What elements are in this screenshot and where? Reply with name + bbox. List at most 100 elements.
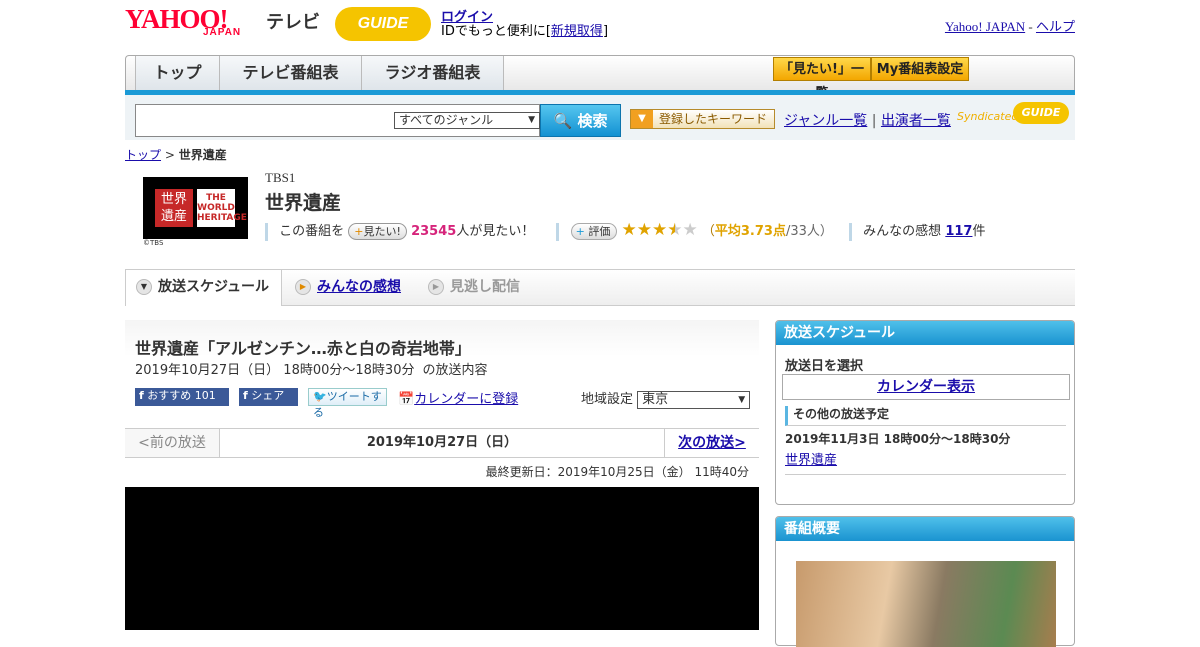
header-links: Yahoo! JAPAN - ヘルプ — [945, 16, 1075, 35]
star-icon: ★ — [651, 220, 668, 240]
next-broadcast[interactable]: 次の放送> — [664, 429, 759, 457]
overview-panel-header: 番組概要 — [776, 517, 1074, 541]
divider — [785, 474, 1066, 475]
episode-datetime-text: 2019年10月27日（日） 18時00分～18時30分 — [135, 363, 415, 378]
overview-image — [796, 561, 1056, 647]
thumbnail-copyright: ©TBS — [143, 239, 164, 247]
rating-button[interactable]: + 評価 — [570, 223, 618, 240]
mitai-suffix: 人が見たい！ — [456, 224, 535, 239]
register-link[interactable]: 新規取得 — [551, 24, 603, 39]
japan-logo: JAPAN — [203, 27, 242, 38]
other-schedule-date: 2019年11月3日 18時00分～18時30分 — [785, 432, 1011, 446]
program-tabs: ▼ 放送スケジュール ▶ みんなの感想 ▶ 見逃し配信 — [125, 269, 1075, 306]
program-thumbnail: 世界遺産 THE WORLD HERITAGE — [143, 177, 248, 239]
facebook-share-button[interactable]: f シェア — [239, 388, 298, 406]
calendar-register-link[interactable]: カレンダーに登録 — [414, 392, 518, 407]
chevron-down-icon: ▼ — [528, 115, 535, 125]
search-links: ジャンル一覧 | 出演者一覧 — [784, 110, 951, 130]
thumbnail-title-jp: 世界遺産 — [155, 189, 193, 227]
mitai-list-button[interactable]: 「見たい!」一覧 — [773, 57, 871, 101]
region-setting: 地域設定 東京 ▼ — [581, 388, 751, 409]
mitai-count: 23545 — [411, 224, 457, 239]
fb-recommend-label: おすすめ — [147, 389, 192, 402]
impressions-count-link[interactable]: 117 — [945, 224, 972, 239]
prev-broadcast[interactable]: <前の放送 — [125, 429, 220, 457]
plus-icon: + — [354, 225, 364, 238]
overview-panel: 番組概要 — [775, 516, 1075, 647]
select-date-label: 放送日を選択 — [785, 359, 864, 374]
search-icon: 🔍 — [553, 112, 573, 130]
help-link[interactable]: ヘルプ — [1036, 19, 1075, 34]
search-input[interactable]: すべてのジャンル ▼ — [135, 104, 540, 137]
play-icon: ▶ — [295, 279, 311, 295]
twitter-icon: 🐦 — [313, 390, 327, 403]
chevron-down-icon: ▼ — [136, 279, 152, 295]
tab-impressions[interactable]: ▶ みんなの感想 — [295, 270, 425, 306]
breadcrumb-current: 世界遺産 — [178, 148, 227, 162]
empty-star-icon: ★ — [682, 220, 698, 240]
next-broadcast-link[interactable]: 次の放送> — [678, 435, 746, 451]
mitai-button[interactable]: +見たい! — [348, 223, 407, 240]
region-select[interactable]: 東京 ▼ — [637, 390, 751, 409]
tab-missed[interactable]: ▶ 見逃し配信 — [428, 270, 548, 306]
episode-datetime: 2019年10月27日（日） 18時00分～18時30分 の放送内容 — [135, 359, 487, 378]
gguide-logo[interactable]: GUIDE — [335, 7, 431, 41]
star-icon: ★ — [621, 220, 637, 240]
video-player[interactable] — [125, 487, 759, 630]
star-icon: ★ — [636, 220, 652, 240]
id-suffix: ] — [602, 24, 609, 39]
calendar-display-button[interactable]: カレンダー表示 — [782, 374, 1070, 400]
tab-impressions-label: みんなの感想 — [317, 279, 401, 295]
yahoo-japan-link[interactable]: Yahoo! JAPAN — [945, 19, 1025, 34]
fb-recommend-count: 101 — [194, 389, 216, 402]
channel-name: TBS1 — [265, 170, 296, 185]
tweet-button[interactable]: 🐦ツイートする — [308, 388, 387, 419]
genre-list-link[interactable]: ジャンル一覧 — [784, 113, 867, 129]
syndicated-gguide-logo: GUIDE — [1013, 102, 1069, 124]
region-label: 地域設定 — [581, 392, 634, 407]
plus-icon: + — [575, 225, 585, 238]
header-link-separator: - — [1028, 19, 1033, 34]
my-schedule-button[interactable]: My番組表設定 — [871, 57, 969, 81]
id-promo: IDでもっと便利に[新規取得] — [441, 20, 608, 39]
episode-content-label: の放送内容 — [422, 363, 488, 378]
tab-tv-schedule[interactable]: テレビ番組表 — [220, 56, 362, 90]
breadcrumb-top[interactable]: トップ — [125, 148, 161, 162]
calendar-display-link[interactable]: カレンダー表示 — [877, 379, 975, 395]
last-updated: 最終更新日：2019年10月25日（金） 11時40分 — [485, 465, 749, 479]
keyword-button[interactable]: ▼ 登録したキーワード — [630, 109, 775, 129]
main-nav: トップ テレビ番組表 ラジオ番組表 「見たい!」一覧 My番組表設定 — [125, 55, 1075, 101]
tab-radio-schedule[interactable]: ラジオ番組表 — [362, 56, 504, 90]
genre-select[interactable]: すべてのジャンル ▼ — [394, 112, 540, 129]
divider-bar — [556, 222, 560, 241]
calendar-icon: 📅 — [398, 392, 415, 407]
half-star-icon: ★ — [667, 220, 683, 240]
calendar-register: 📅カレンダーに登録 — [398, 388, 518, 407]
tab-top[interactable]: トップ — [135, 56, 220, 90]
schedule-panel: 放送スケジュール 放送日を選択 カレンダー表示 その他の放送予定 2019年11… — [775, 320, 1075, 505]
other-schedule-heading: その他の放送予定 — [785, 406, 1066, 426]
breadcrumb-separator: > — [164, 148, 175, 162]
rating-people: /33人） — [785, 224, 833, 239]
tab-schedule-label: 放送スケジュール — [158, 279, 270, 295]
tab-schedule[interactable]: ▼ 放送スケジュール — [125, 270, 282, 306]
breadcrumb: トップ > 世界遺産 — [125, 146, 227, 163]
syndicated-label: Syndicated — [957, 110, 1019, 123]
facebook-recommend-button[interactable]: f おすすめ 101 — [135, 388, 229, 406]
rating-open: （ — [701, 224, 715, 239]
cast-list-link[interactable]: 出演者一覧 — [881, 113, 951, 129]
fb-share-label: シェア — [251, 389, 285, 402]
link-divider: | — [871, 113, 877, 129]
region-select-value: 東京 — [642, 391, 669, 407]
tv-label[interactable]: テレビ — [266, 8, 320, 34]
chevron-down-icon: ▼ — [631, 110, 653, 128]
search-button[interactable]: 🔍 検索 — [540, 104, 621, 137]
tab-missed-label: 見逃し配信 — [450, 279, 520, 295]
impressions-label: みんなの感想 — [863, 224, 942, 239]
current-broadcast-date: 2019年10月27日（日） — [220, 429, 664, 457]
other-schedule-link[interactable]: 世界遺産 — [785, 449, 837, 468]
schedule-panel-header: 放送スケジュール — [776, 321, 1074, 345]
play-icon: ▶ — [428, 279, 444, 295]
genre-select-value: すべてのジャンル — [399, 113, 494, 127]
program-stats: この番組を +見たい! 23545人が見たい！ + 評価 ★★★★★ （平均3.… — [265, 220, 985, 241]
